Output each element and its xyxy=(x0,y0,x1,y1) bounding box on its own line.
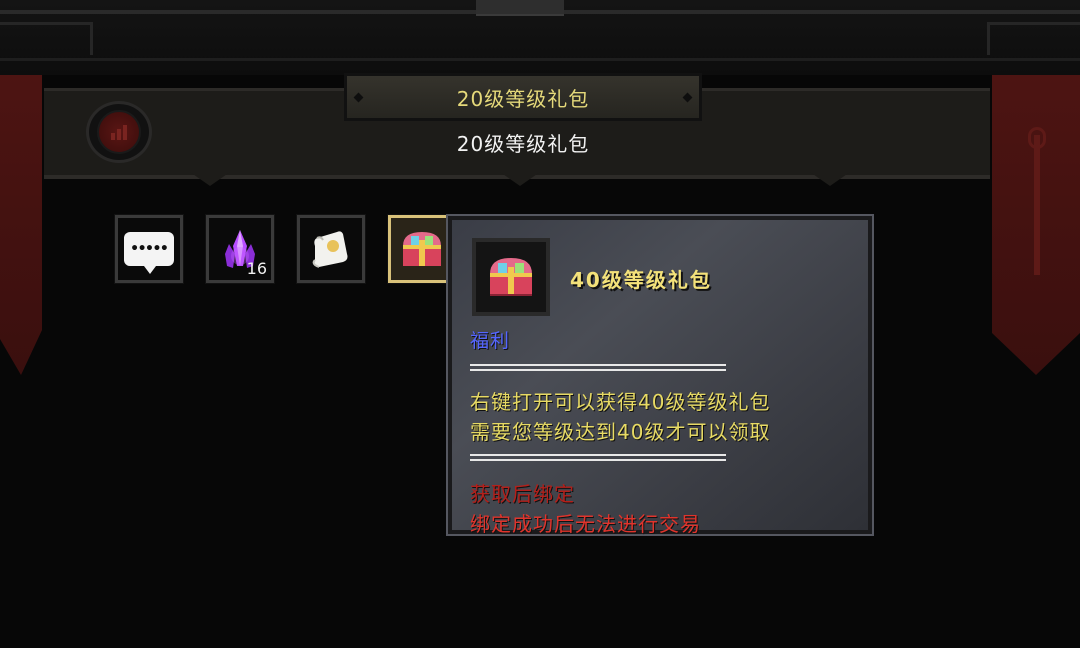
top-frame xyxy=(0,0,1080,75)
item-name: 40级等级礼包 xyxy=(570,268,712,292)
page-subtitle: 20级等级礼包 xyxy=(456,132,590,156)
rivet xyxy=(682,92,693,103)
item-tooltip: 40级等级礼包 福利 右键打开可以获得40级等级礼包 需要您等级达到40级才可以… xyxy=(446,214,874,536)
bind-notice: 获取后绑定 xyxy=(470,482,575,506)
trade-restriction-notice: 绑定成功后无法进行交易 xyxy=(470,512,701,536)
treasure-chest-icon xyxy=(490,258,532,296)
item-description: 右键打开可以获得40级等级礼包 xyxy=(470,390,771,414)
treasure-chest-icon xyxy=(403,232,441,266)
item-count: 16 xyxy=(246,259,267,278)
item-description: 需要您等级达到40级才可以领取 xyxy=(470,420,771,444)
inventory-slot-chest[interactable] xyxy=(387,214,457,284)
scroll-icon xyxy=(312,231,348,268)
header-spike xyxy=(190,172,230,186)
left-banner xyxy=(0,75,42,375)
stats-icon xyxy=(97,110,141,154)
corner-ornament xyxy=(0,22,93,55)
corner-ornament xyxy=(987,22,1080,55)
scepter-shaft xyxy=(1034,135,1040,275)
inventory-slot-chat[interactable]: ••••• xyxy=(114,214,184,284)
divider xyxy=(470,454,726,461)
right-banner xyxy=(992,75,1080,375)
page-title-text: 20级等级礼包 xyxy=(456,86,590,111)
header-spike xyxy=(500,172,540,186)
frame-rail xyxy=(0,58,1080,61)
header-spike xyxy=(810,172,850,186)
item-thumbnail xyxy=(472,238,550,316)
rivet xyxy=(353,92,364,103)
inventory-slot-crystal[interactable]: 16 xyxy=(205,214,275,284)
chat-bubble-icon: ••••• xyxy=(124,232,174,274)
page-title: 20级等级礼包 xyxy=(344,73,702,121)
emblem-icon[interactable] xyxy=(86,101,152,163)
divider xyxy=(470,364,726,371)
inventory-slot-scroll[interactable] xyxy=(296,214,366,284)
top-notch xyxy=(476,0,564,16)
item-category: 福利 xyxy=(470,330,511,352)
